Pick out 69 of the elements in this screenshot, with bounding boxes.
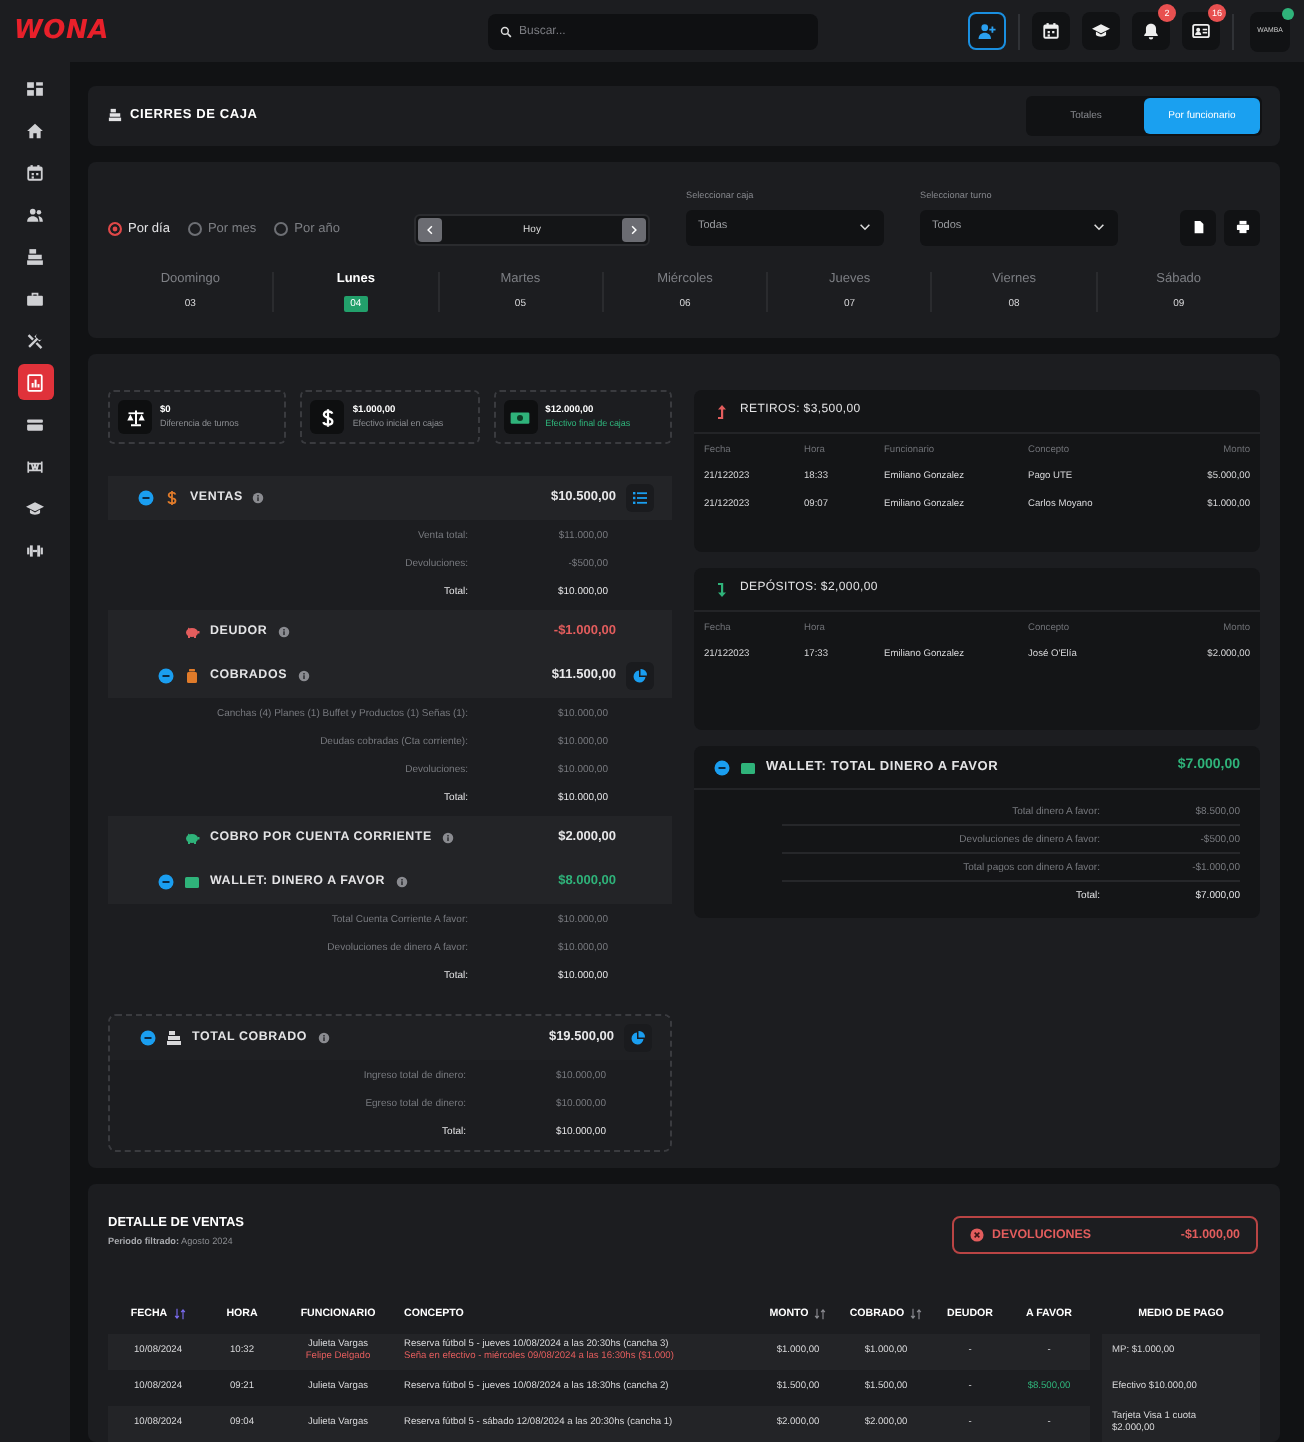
collapse-button[interactable]: [158, 874, 174, 890]
cash-register-icon: [166, 1030, 182, 1046]
scale-icon: [118, 400, 152, 434]
collapse-button[interactable]: [714, 759, 730, 775]
print-button[interactable]: [1224, 209, 1260, 246]
pie-chart-icon: [630, 1030, 646, 1046]
chart-button[interactable]: [624, 1024, 652, 1052]
report-icon: [26, 373, 44, 391]
sidebar-item[interactable]: [17, 364, 53, 400]
cash-register-icon: [108, 108, 122, 123]
add-user-icon: [978, 22, 996, 40]
info-icon: [252, 492, 265, 504]
id-card-icon: [1192, 22, 1210, 40]
collapse-icon: [714, 759, 730, 775]
jar-icon: [184, 668, 200, 684]
logo: WONA: [14, 18, 110, 44]
home-icon: [26, 121, 44, 139]
chevron-left-icon: [424, 223, 436, 236]
briefcase-icon: [26, 289, 44, 307]
credit-card-icon: [26, 415, 44, 433]
calendar-icon: [26, 163, 44, 181]
collapse-button[interactable]: [140, 1030, 156, 1046]
banknote-icon: [503, 400, 538, 434]
collapse-button[interactable]: [138, 490, 154, 506]
wallet-icon: [740, 759, 756, 775]
list-button[interactable]: [626, 484, 654, 512]
wallet-icon: [184, 874, 200, 890]
collapse-icon: [140, 1030, 156, 1046]
collapse-icon: [158, 874, 174, 890]
collapse-icon: [158, 668, 174, 684]
chevron-right-icon: [628, 223, 640, 236]
info-icon: [395, 876, 407, 888]
users-icon: [26, 205, 44, 223]
arrow-down-icon: [714, 581, 730, 597]
dashboard-icon: [26, 79, 44, 97]
previous-button[interactable]: [418, 217, 442, 242]
info-icon: [277, 626, 290, 638]
search-icon: [499, 25, 511, 37]
graduation-cap-icon: [1092, 22, 1110, 40]
dollar-icon: [164, 490, 180, 506]
info-icon: [297, 670, 309, 682]
info-icon: [441, 832, 454, 844]
close-circle-icon: [970, 1228, 984, 1242]
dumbbell-icon: [26, 541, 44, 559]
graduation-cap-button[interactable]: [1082, 12, 1120, 50]
collapse-button[interactable]: [158, 668, 174, 684]
piggy-bank-icon: [184, 624, 200, 640]
piggy-bank-icon: [184, 830, 200, 846]
list-icon: [632, 490, 648, 506]
collapse-icon: [138, 490, 154, 506]
printer-icon: [1235, 220, 1249, 235]
bell-icon: [1142, 22, 1160, 40]
dollar-icon: [310, 400, 345, 434]
calendar-icon: [1042, 22, 1060, 40]
pie-chart-icon: [632, 668, 648, 684]
add-user-button[interactable]: [968, 12, 1006, 50]
graduation-cap-icon: [26, 499, 44, 517]
arrow-up-icon: [714, 403, 730, 419]
next-button[interactable]: [622, 217, 646, 242]
info-icon: [317, 1032, 330, 1044]
file-icon: [1191, 220, 1205, 235]
chart-button[interactable]: [626, 662, 654, 690]
chevron-down-icon: [1092, 220, 1106, 235]
calendar-button[interactable]: [1032, 12, 1070, 50]
cash-register-icon: [26, 247, 44, 265]
tools-icon: [26, 331, 44, 349]
chevron-down-icon: [858, 220, 872, 235]
export-file-button[interactable]: [1180, 209, 1216, 246]
gate-icon: [26, 457, 44, 475]
